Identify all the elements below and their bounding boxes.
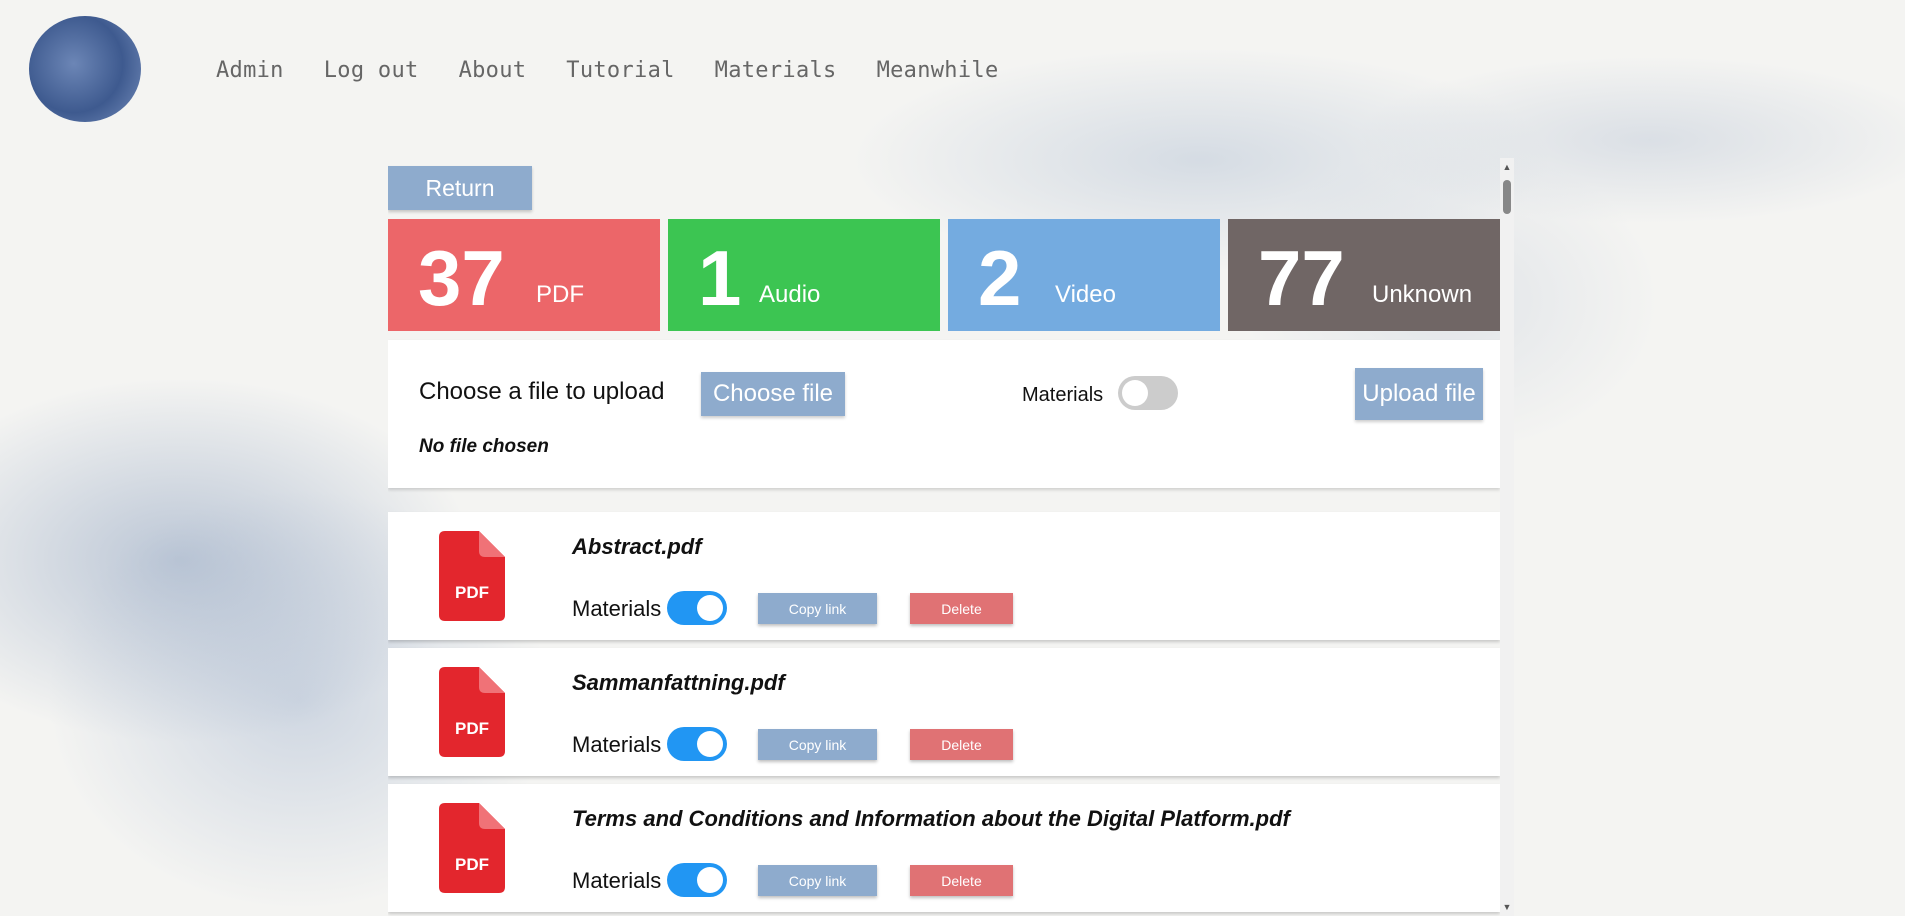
file-manager-panel: Return 37 PDF 1 Audio 2 Video 77 Unknown…: [388, 158, 1514, 916]
stat-audio: 1 Audio: [668, 219, 940, 331]
nav-meanwhile[interactable]: Meanwhile: [877, 58, 999, 83]
copy-link-button[interactable]: Copy link: [758, 593, 877, 624]
delete-button[interactable]: Delete: [910, 729, 1013, 760]
nav-links: Admin Log out About Tutorial Materials M…: [216, 58, 998, 83]
toggle-knob: [697, 595, 723, 621]
stat-label: PDF: [536, 281, 584, 308]
pdf-icon-label: PDF: [455, 855, 489, 874]
nav-materials[interactable]: Materials: [715, 58, 837, 83]
stat-label: Video: [1055, 281, 1116, 308]
panel-scrollbar[interactable]: ▲ ▼: [1500, 158, 1514, 916]
top-navigation: Admin Log out About Tutorial Materials M…: [0, 0, 1905, 140]
delete-button[interactable]: Delete: [910, 865, 1013, 896]
stat-pdf: 37 PDF: [388, 219, 660, 331]
pdf-icon-label: PDF: [455, 719, 489, 738]
file-name[interactable]: Terms and Conditions and Information abo…: [572, 806, 1290, 832]
stat-count: 37: [418, 234, 505, 322]
stat-unknown: 77 Unknown: [1228, 219, 1500, 331]
scroll-down-arrow-icon[interactable]: ▼: [1500, 900, 1514, 914]
materials-toggle[interactable]: [667, 727, 727, 761]
scroll-thumb[interactable]: [1503, 180, 1511, 214]
nav-admin[interactable]: Admin: [216, 58, 284, 83]
nav-about[interactable]: About: [459, 58, 527, 83]
file-stats: 37 PDF 1 Audio 2 Video 77 Unknown: [388, 219, 1500, 331]
nav-log-out[interactable]: Log out: [324, 58, 419, 83]
pdf-file-icon: PDF: [439, 667, 505, 757]
materials-label: Materials: [572, 868, 662, 893]
toggle-knob: [1122, 380, 1148, 406]
stat-video: 2 Video: [948, 219, 1220, 331]
toggle-knob: [697, 731, 723, 757]
stat-label: Unknown: [1372, 281, 1473, 308]
nav-tutorial[interactable]: Tutorial: [566, 58, 674, 83]
materials-toggle[interactable]: [667, 863, 727, 897]
file-row: PDF Terms and Conditions and Information…: [388, 784, 1500, 912]
upload-materials-label: Materials: [1022, 384, 1104, 406]
pdf-icon-label: PDF: [455, 583, 489, 602]
stat-label: Audio: [759, 281, 821, 308]
upload-card: Choose a file to upload Choose file No f…: [388, 340, 1500, 488]
delete-button[interactable]: Delete: [910, 593, 1013, 624]
file-row: PDF Abstract.pdf Materials Copy link Del…: [388, 512, 1500, 640]
stat-count: 77: [1258, 234, 1345, 322]
scroll-up-arrow-icon[interactable]: ▲: [1500, 160, 1514, 174]
pdf-file-icon: PDF: [439, 803, 505, 893]
stat-count: 2: [978, 234, 1022, 322]
file-list: PDF Abstract.pdf Materials Copy link Del…: [388, 512, 1500, 916]
file-row: PDF Sammanfattning.pdf Materials Copy li…: [388, 648, 1500, 776]
upload-materials-toggle[interactable]: [1118, 376, 1178, 410]
upload-file-button[interactable]: Upload file: [1355, 368, 1483, 420]
materials-toggle[interactable]: [667, 591, 727, 625]
pdf-file-icon: PDF: [439, 531, 505, 621]
toggle-knob: [697, 867, 723, 893]
choose-file-button[interactable]: Choose file: [701, 372, 845, 416]
stat-count: 1: [698, 234, 742, 322]
file-name[interactable]: Abstract.pdf: [572, 534, 702, 560]
copy-link-button[interactable]: Copy link: [758, 729, 877, 760]
copy-link-button[interactable]: Copy link: [758, 865, 877, 896]
site-logo[interactable]: [29, 16, 141, 122]
upload-prompt: Choose a file to upload: [419, 378, 665, 405]
materials-label: Materials: [572, 732, 662, 757]
no-file-chosen-text: No file chosen: [419, 436, 549, 457]
return-button[interactable]: Return: [388, 166, 532, 210]
file-name[interactable]: Sammanfattning.pdf: [572, 670, 785, 696]
materials-label: Materials: [572, 596, 662, 621]
